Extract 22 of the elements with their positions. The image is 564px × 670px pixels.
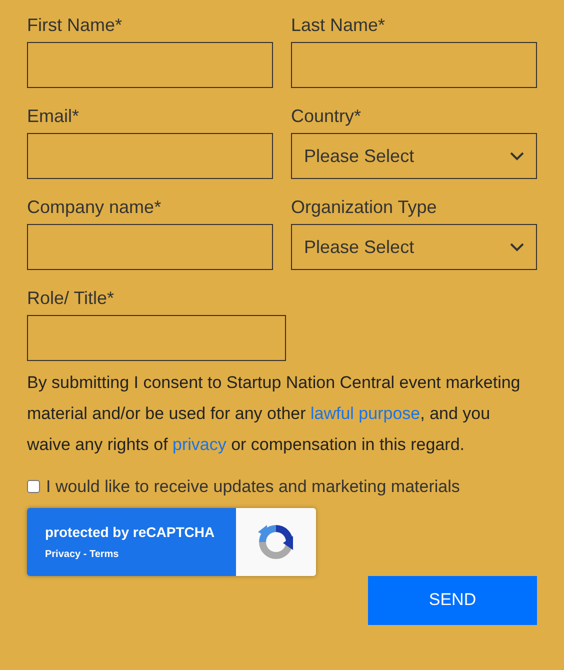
field-label: Role/ Title*: [27, 287, 116, 309]
input-field[interactable]: [291, 42, 537, 88]
chevron-down-icon: [510, 152, 524, 160]
send-button[interactable]: SEND: [368, 576, 537, 624]
field-label: Organization Type: [291, 196, 438, 218]
select-field[interactable]: Please Select: [291, 133, 537, 179]
input-field[interactable]: [27, 224, 273, 270]
input-field[interactable]: [27, 315, 286, 361]
checkbox-label: I would like to receive updates and marketing materials: [46, 476, 460, 498]
recaptcha-links[interactable]: Privacy - Terms: [45, 546, 236, 562]
field-label: Company name*: [27, 196, 162, 218]
checkbox[interactable]: [27, 480, 40, 494]
input-field[interactable]: [27, 42, 273, 88]
recaptcha-title: protected by reCAPTCHA: [45, 522, 216, 542]
field-label: Email*: [27, 105, 80, 127]
chevron-down-icon: [510, 242, 524, 252]
field-label: First Name*: [27, 14, 124, 36]
select-field[interactable]: Please Select: [291, 224, 537, 270]
field-label: Country*: [291, 105, 362, 127]
field-label: Last Name*: [291, 14, 386, 36]
input-field[interactable]: [27, 133, 273, 179]
consent-text: By submitting I consent to Startup Nation Central event marketing material and/or be used for any other lawful purpose, and you waive any rights of privacy or compensation in this regard.: [27, 372, 522, 456]
